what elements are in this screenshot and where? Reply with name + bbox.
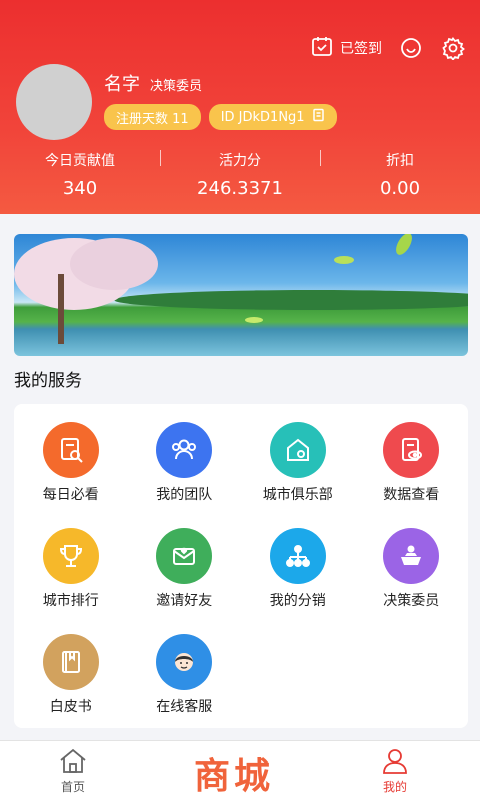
trophy-icon (42, 528, 99, 584)
service-label: 白皮书 (49, 699, 92, 715)
services-grid: 每日必看 我的团队 城市俱乐部 数据查看 城市排行 邀请好友 我的分销 决策委员… (14, 422, 468, 716)
team-icon (156, 422, 213, 478)
stat-value: 246.3371 (197, 178, 283, 199)
stat-contribution: 今日贡献值 340 (0, 146, 160, 199)
reg-days-label: 注册天数 11 (116, 111, 189, 127)
stat-label: 活力分 (219, 153, 261, 169)
stat-label: 折扣 (386, 153, 414, 169)
landscape-illustration (14, 234, 468, 344)
stats-row: 今日贡献值 340 活力分 246.3371 折扣 0.00 (0, 146, 480, 199)
service-daily[interactable]: 每日必看 (14, 422, 128, 504)
top-actions: 已签到 (310, 34, 466, 62)
service-label: 数据查看 (383, 487, 440, 503)
service-team[interactable]: 我的团队 (128, 422, 242, 504)
user-role: 决策委员 (150, 79, 203, 94)
service-label: 每日必看 (42, 487, 99, 503)
user-id-badge[interactable]: ID JDkD1Ng1 (208, 104, 337, 130)
service-label: 我的团队 (156, 487, 213, 503)
nav-home-label: 首页 (60, 780, 85, 794)
stat-discount: 折扣 0.00 (320, 146, 480, 199)
services-panel: 每日必看 我的团队 城市俱乐部 数据查看 城市排行 邀请好友 我的分销 决策委员… (14, 404, 468, 728)
banner-image[interactable] (14, 234, 468, 356)
checkin-button[interactable]: 已签到 (310, 34, 382, 62)
magnify-doc-icon (42, 422, 99, 478)
doc-eye-icon (383, 422, 440, 478)
service-city-ranking[interactable]: 城市排行 (14, 528, 128, 610)
customer-service-icon[interactable] (398, 35, 424, 61)
service-city-club[interactable]: 城市俱乐部 (241, 422, 355, 504)
service-label: 在线客服 (156, 699, 213, 715)
service-label: 城市俱乐部 (262, 487, 333, 503)
envelope-heart-icon (156, 528, 213, 584)
user-name-row: 名字 决策委员 (104, 70, 202, 96)
user-icon (380, 747, 410, 778)
service-distribution[interactable]: 我的分销 (241, 528, 355, 610)
service-label: 我的分销 (269, 593, 326, 609)
nav-mall[interactable]: 商城 (194, 747, 274, 799)
home-icon (58, 747, 88, 778)
service-online-support[interactable]: 在线客服 (128, 634, 242, 716)
service-label: 城市排行 (42, 593, 99, 609)
service-agent-icon (156, 634, 213, 690)
badge-row: 注册天数 11 ID JDkD1Ng1 (104, 104, 337, 130)
calendar-check-icon (310, 34, 334, 62)
service-committee[interactable]: 决策委员 (355, 528, 469, 610)
bottom-nav: 首页 商城 我的 (0, 740, 480, 800)
nav-mine[interactable]: 我的 (380, 747, 410, 795)
stat-label: 今日贡献值 (45, 153, 115, 169)
user-id-label: ID JDkD1Ng1 (220, 109, 305, 125)
nav-home[interactable]: 首页 (58, 747, 88, 795)
checkin-label: 已签到 (340, 41, 382, 57)
committee-icon (383, 528, 440, 584)
service-data-view[interactable]: 数据查看 (355, 422, 469, 504)
profile-header: 已签到 名字 决策委员 注册天数 11 ID JDkD1Ng1 今日贡献值 34… (0, 0, 480, 214)
user-name: 名字 (104, 74, 140, 95)
stat-vitality: 活力分 246.3371 (160, 146, 320, 199)
service-whitepaper[interactable]: 白皮书 (14, 634, 128, 716)
stat-value: 340 (62, 178, 98, 199)
gear-icon[interactable] (440, 35, 466, 61)
nav-mine-label: 我的 (382, 780, 407, 794)
services-title: 我的服务 (14, 371, 82, 391)
stat-value: 0.00 (379, 178, 421, 199)
service-label: 决策委员 (383, 593, 440, 609)
book-icon (42, 634, 99, 690)
service-label: 邀请好友 (156, 593, 213, 609)
location-house-icon (269, 422, 326, 478)
reg-days-badge: 注册天数 11 (104, 104, 201, 130)
org-tree-icon (269, 528, 326, 584)
copy-icon[interactable] (311, 108, 325, 126)
avatar[interactable] (16, 64, 92, 140)
service-invite[interactable]: 邀请好友 (128, 528, 242, 610)
